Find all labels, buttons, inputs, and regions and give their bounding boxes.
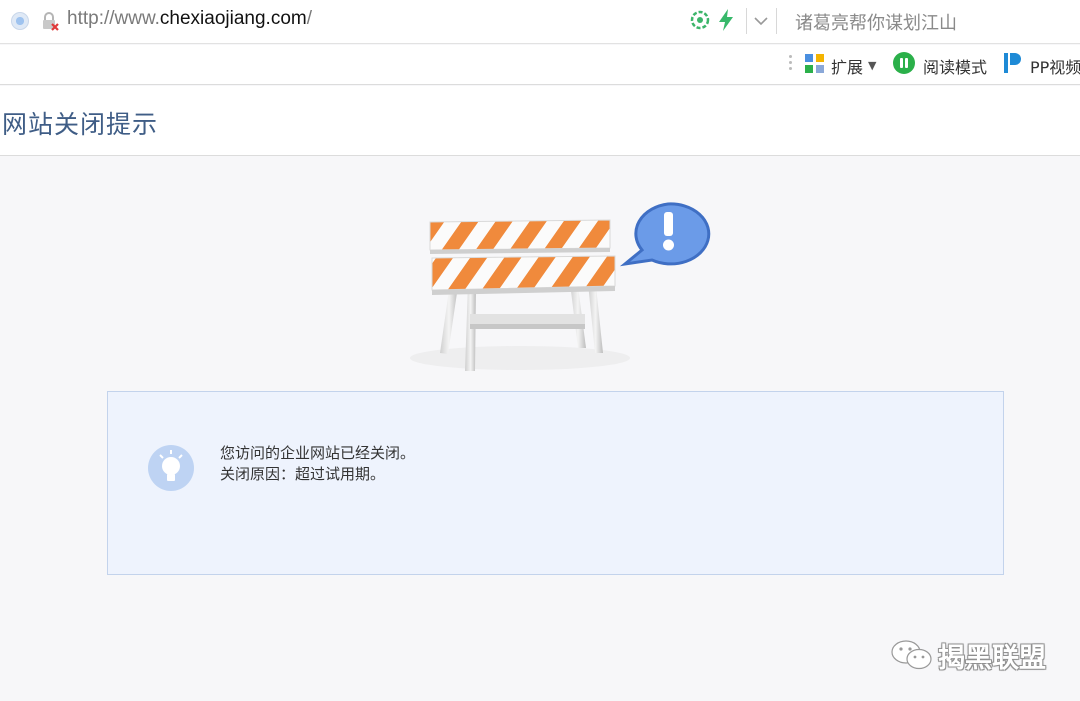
chevron-down-icon[interactable]: ▼ xyxy=(868,59,876,72)
url-field[interactable]: http://www.chexiaojiang.com/ xyxy=(67,8,312,30)
page-title: 网站关闭提示 xyxy=(2,110,159,139)
notice-text: 您访问的企业网站已经关闭。 关闭原因：超过试用期。 xyxy=(220,443,415,485)
notice-line-reason: 关闭原因：超过试用期。 xyxy=(220,465,386,483)
wechat-icon xyxy=(891,640,932,670)
reading-mode-button[interactable]: 阅读模式 xyxy=(923,54,987,78)
page-header: 网站关闭提示 xyxy=(0,86,1080,156)
address-bar: http://www.chexiaojiang.com/ 诸葛亮帮你谋划江山 xyxy=(0,0,1080,44)
globe-icon[interactable] xyxy=(11,12,29,30)
search-input[interactable]: 诸葛亮帮你谋划江山 xyxy=(795,9,957,35)
chevron-down-icon[interactable] xyxy=(750,10,772,32)
divider xyxy=(776,8,777,34)
url-prefix: http://www. xyxy=(67,8,160,29)
extensions-icon[interactable] xyxy=(804,53,826,75)
divider xyxy=(746,8,747,34)
notice-box: 您访问的企业网站已经关闭。 关闭原因：超过试用期。 xyxy=(107,391,1004,575)
extensions-button[interactable]: 扩展 xyxy=(831,54,863,78)
lightbulb-icon xyxy=(148,445,194,491)
security-shield-icon[interactable] xyxy=(690,10,710,30)
pp-video-icon[interactable] xyxy=(1002,50,1022,76)
reading-mode-icon[interactable] xyxy=(893,52,915,74)
lightning-icon[interactable] xyxy=(716,8,736,32)
road-barrier-illustration xyxy=(410,202,711,371)
url-suffix: / xyxy=(306,8,313,29)
lock-warning-icon[interactable] xyxy=(40,12,60,32)
pp-video-button[interactable]: PP视频 xyxy=(1030,54,1080,78)
browser-window: http://www.chexiaojiang.com/ 诸葛亮帮你谋划江山 扩… xyxy=(0,0,1080,701)
watermark-text: 揭黑联盟 xyxy=(938,643,1046,674)
browser-toolbar: 扩展 ▼ 阅读模式 PP视频 xyxy=(0,45,1080,85)
url-domain: chexiaojiang.com xyxy=(159,8,307,29)
notice-line-closed: 您访问的企业网站已经关闭。 xyxy=(220,444,416,462)
drag-handle-icon[interactable] xyxy=(789,55,793,75)
